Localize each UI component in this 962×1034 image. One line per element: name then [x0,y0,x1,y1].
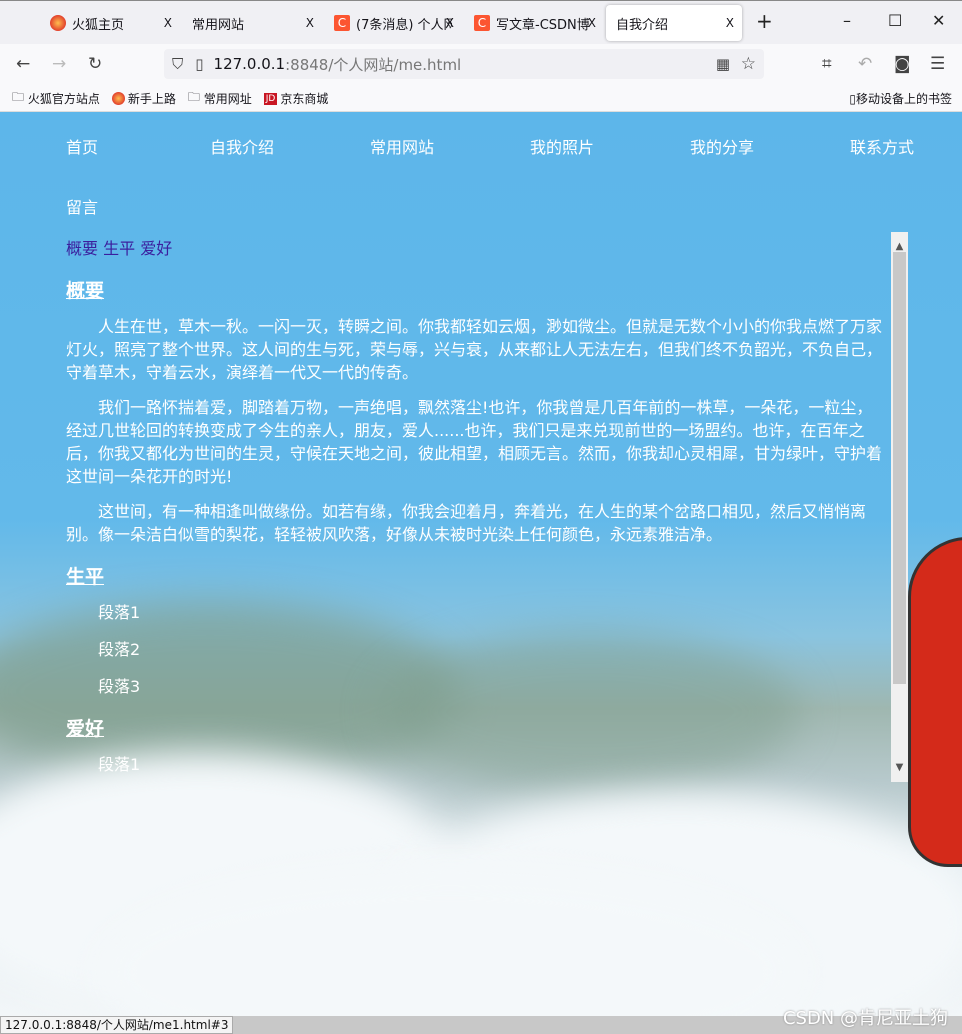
tab-common-sites[interactable]: 常用网站 X [182,5,322,41]
url-host: 127.0.0.1 [213,55,286,73]
bookmark-firefox-site[interactable]: 🗀 火狐官方站点 [12,88,100,109]
scrollbar-thumb[interactable] [893,252,906,684]
intro-scroll-area[interactable]: 概要 生平 爱好 概要 人生在世，草木一秋。一闪一灭，转瞬之间。你我都轻如云烟，… [60,232,908,782]
nav-share[interactable]: 我的分享 [690,134,754,158]
forward-icon[interactable]: → [52,54,66,74]
section-title-summary: 概要 [66,280,105,302]
tab-strip: 火狐主页 X 常用网站 X C (7条消息) 个人网 X C 写文章-CSDN博 X 自我介… [0,0,962,44]
folder-icon: 🗀 [12,90,25,104]
bookmark-common-sites[interactable]: 🗀 常用网址 [188,88,252,109]
url-bar[interactable]: ⛉ ▯ 127.0.0.1:8848/个人网站/me.html ▦ ☆ [164,49,764,79]
extension-icon[interactable]: ◙ [894,54,911,74]
navigation-toolbar: ← → ↻ ⛉ ▯ 127.0.0.1:8848/个人网站/me.html ▦ … [0,44,962,86]
mobile-bookmarks[interactable]: ▯ 移动设备上的书签 [849,90,952,107]
maximize-button[interactable]: ☐ [888,11,902,30]
tab-csdn-messages[interactable]: C (7条消息) 个人网 X [324,5,462,41]
anchor-life[interactable]: 生平 [103,239,135,258]
nav-sites[interactable]: 常用网站 [370,134,434,158]
section-title-hobbies: 爱好 [66,718,105,740]
bookmark-label: 常用网址 [203,92,252,106]
tab-label: (7条消息) 个人网 [356,17,452,33]
shield-icon[interactable]: ⛉ [172,55,183,73]
csdn-icon: C [474,15,490,31]
paragraph: 这世间，有一种相逢叫做缘份。如若有缘，你我会迎着月，奔着光，在人生的某个岔路口相… [66,502,867,544]
list-item: 段落2 [98,640,141,659]
star-icon[interactable]: ☆ [741,54,756,74]
close-icon[interactable]: X [588,16,596,30]
nav-contact[interactable]: 联系方式 [850,134,914,158]
page-icon: ▯ [195,55,204,73]
jd-icon: JD [263,92,278,105]
new-tab-button[interactable]: + [756,9,773,33]
bookmark-getting-started[interactable]: 新手上路 [111,90,176,107]
section-title-life: 生平 [66,566,105,588]
scrollbar[interactable]: ▲ ▼ [891,232,908,782]
firefox-icon [50,15,66,31]
nav-guestbook[interactable]: 留言 [66,194,98,218]
tab-self-intro[interactable]: 自我介绍 X [606,5,742,41]
close-icon[interactable]: X [164,16,172,30]
close-icon[interactable]: X [446,16,454,30]
csdn-icon: C [334,15,350,31]
tab-label: 常用网站 [192,17,245,33]
list-item: 段落1 [98,755,141,774]
minimize-button[interactable]: – [843,11,851,30]
anchor-links: 概要 生平 爱好 [66,237,886,260]
close-window-button[interactable]: ✕ [932,11,945,30]
tab-label: 火狐主页 [72,17,125,33]
paragraph: 我们一路怀揣着爱，脚踏着万物，一声绝唱，飘然落尘!也许，你我曾是几百年前的一株草… [66,398,883,486]
page-content: 首页 自我介绍 常用网站 我的照片 我的分享 联系方式 留言 概要 生平 爱好 … [0,112,962,1016]
bookmark-jd[interactable]: JD 京东商城 [263,90,329,107]
status-url: 127.0.0.1:8848/个人网站/me1.html#3 [0,1016,234,1034]
anchor-hobbies[interactable]: 爱好 [140,239,172,258]
close-icon[interactable]: X [306,16,314,30]
tab-firefox-home[interactable]: 火狐主页 X [40,5,180,41]
bookmark-label: 移动设备上的书签 [855,92,952,106]
nav-about[interactable]: 自我介绍 [210,134,274,158]
back-icon[interactable]: ← [16,54,30,74]
tab-label: 自我介绍 [616,17,669,33]
close-icon[interactable]: X [726,16,734,30]
nav-photos[interactable]: 我的照片 [530,134,594,158]
paragraph: 人生在世，草木一秋。一闪一灭，转瞬之间。你我都轻如云烟，渺如微尘。但就是无数个小… [66,317,883,382]
url-path: :8848/个人网站/me.html [285,55,462,74]
scroll-down-icon[interactable]: ▼ [891,756,908,779]
mobile-icon: ▯ [849,91,856,106]
folder-icon: 🗀 [187,90,200,104]
list-item: 段落3 [98,677,141,696]
undo-icon[interactable]: ↶ [858,54,872,74]
anchor-summary[interactable]: 概要 [66,239,98,258]
cartoon-character-image [908,537,962,867]
bookmarks-bar: 🗀 火狐官方站点 新手上路 🗀 常用网址 JD 京东商城 ▯ 移动设备上的书签 [0,86,962,112]
tab-label: 写文章-CSDN博 [496,17,590,33]
tab-csdn-write[interactable]: C 写文章-CSDN博 X [464,5,604,41]
list-item: 段落1 [98,603,141,622]
qr-code-icon[interactable]: ▦ [716,55,730,73]
crop-icon[interactable]: ⌗ [822,54,832,74]
nav-home[interactable]: 首页 [66,134,98,158]
reload-icon[interactable]: ↻ [88,54,102,74]
bookmark-label: 京东商城 [280,92,329,106]
bookmark-label: 火狐官方站点 [27,92,100,106]
firefox-icon [111,92,125,105]
menu-icon[interactable]: ☰ [930,54,945,74]
watermark: CSDN @肯尼亚土狗 [782,1008,948,1029]
bookmark-label: 新手上路 [127,92,176,106]
